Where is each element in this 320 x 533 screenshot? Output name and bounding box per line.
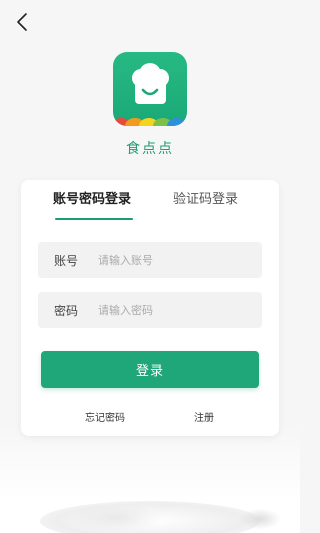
login-tabs: 账号密码登录 验证码登录: [21, 190, 279, 224]
app-logo: [113, 52, 187, 126]
background-footer-image: [0, 423, 300, 533]
account-label: 账号: [54, 253, 79, 268]
password-label: 密码: [54, 303, 79, 318]
login-card: 账号密码登录 验证码登录 账号 密码 登录 忘记密码 注册: [21, 180, 279, 436]
tab-code-login[interactable]: 验证码登录: [173, 190, 238, 220]
active-tab-indicator: [55, 218, 133, 220]
background-food-shape: [70, 505, 160, 531]
back-button[interactable]: [10, 10, 34, 34]
app-name: 食点点: [126, 141, 174, 157]
login-button[interactable]: 登录: [41, 351, 259, 388]
password-field: 密码: [38, 292, 262, 328]
tab-password-login[interactable]: 账号密码登录: [53, 190, 131, 220]
forgot-password-link[interactable]: 忘记密码: [85, 409, 125, 424]
chevron-left-icon: [17, 13, 27, 31]
background-food-shape: [240, 509, 280, 529]
register-link[interactable]: 注册: [194, 409, 214, 424]
chef-hat-icon: [113, 63, 187, 126]
account-input[interactable]: [98, 242, 262, 278]
password-input[interactable]: [98, 292, 262, 328]
account-field: 账号: [38, 242, 262, 278]
